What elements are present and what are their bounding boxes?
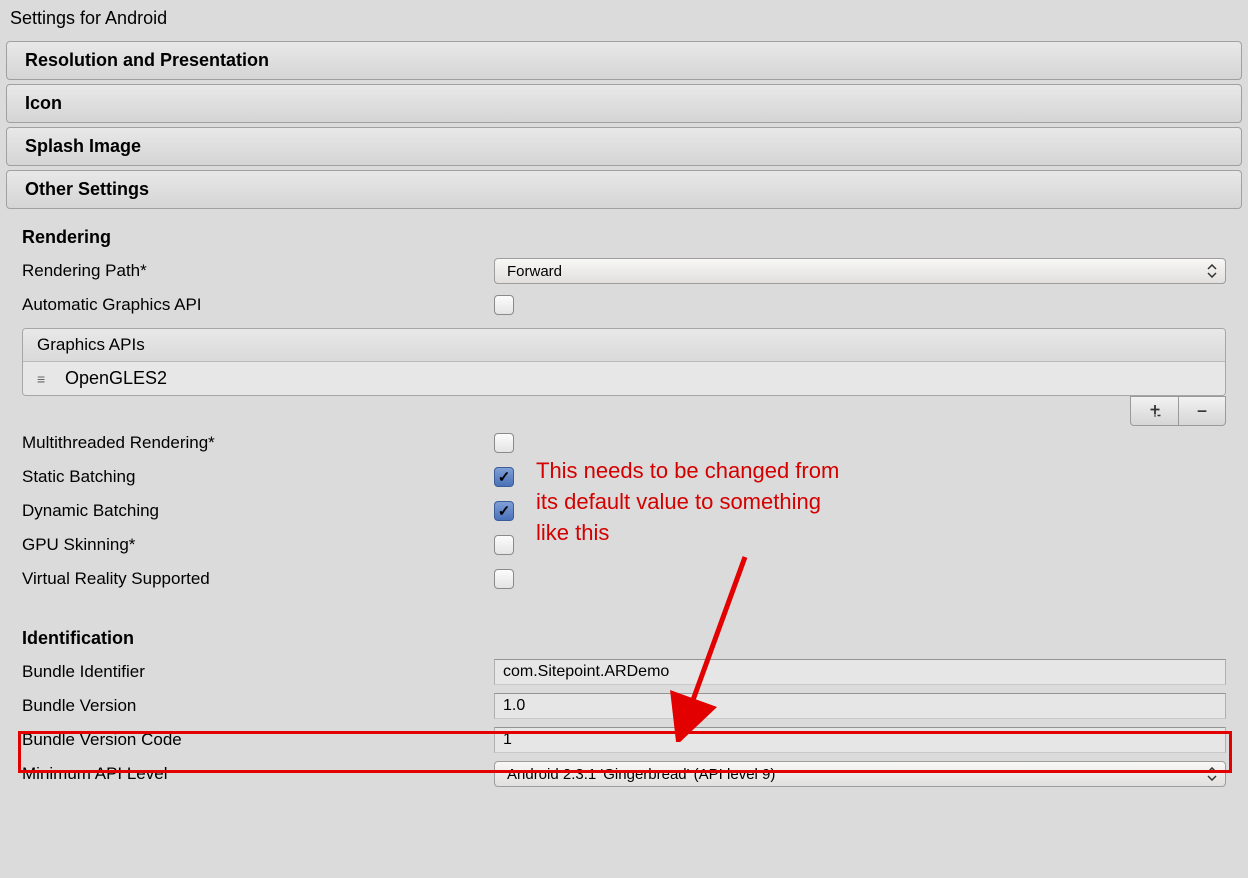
bundle-id-label: Bundle Identifier: [22, 662, 494, 682]
static-batching-checkbox[interactable]: [494, 467, 514, 487]
row-dynamic-batching: Dynamic Batching: [22, 494, 1226, 528]
row-multithreaded: Multithreaded Rendering*: [22, 426, 1226, 460]
identification-header: Identification: [22, 628, 1226, 649]
add-api-button[interactable]: [1130, 396, 1178, 426]
bundle-id-input[interactable]: [494, 659, 1226, 685]
row-min-api: Minimum API Level Android 2.3.1 'Gingerb…: [22, 757, 1226, 791]
rendering-path-dropdown[interactable]: Forward: [494, 258, 1226, 284]
rendering-path-value: Forward: [507, 263, 562, 280]
bundle-version-label: Bundle Version: [22, 696, 494, 716]
rendering-header: Rendering: [22, 227, 1226, 248]
vr-supported-checkbox[interactable]: [494, 569, 514, 589]
section-splash[interactable]: Splash Image: [6, 127, 1242, 166]
min-api-label: Minimum API Level: [22, 764, 494, 784]
auto-graphics-api-label: Automatic Graphics API: [22, 295, 494, 315]
gpu-skinning-label: GPU Skinning*: [22, 535, 494, 555]
bundle-code-label: Bundle Version Code: [22, 730, 494, 750]
multithreaded-label: Multithreaded Rendering*: [22, 433, 494, 453]
vr-supported-label: Virtual Reality Supported: [22, 569, 494, 589]
bundle-code-input[interactable]: [494, 727, 1226, 753]
section-icon[interactable]: Icon: [6, 84, 1242, 123]
rendering-path-label: Rendering Path*: [22, 261, 494, 281]
row-rendering-path: Rendering Path* Forward: [22, 254, 1226, 288]
row-bundle-identifier: Bundle Identifier: [22, 655, 1226, 689]
row-static-batching: Static Batching: [22, 460, 1226, 494]
min-api-value: Android 2.3.1 'Gingerbread' (API level 9…: [507, 766, 775, 783]
row-auto-graphics-api: Automatic Graphics API: [22, 288, 1226, 322]
graphics-apis-box: Graphics APIs OpenGLES2: [22, 328, 1226, 396]
section-resolution[interactable]: Resolution and Presentation: [6, 41, 1242, 80]
row-vr-supported: Virtual Reality Supported: [22, 562, 1226, 596]
section-other[interactable]: Other Settings: [6, 170, 1242, 209]
dropdown-caret-icon: [1207, 767, 1217, 781]
static-batching-label: Static Batching: [22, 467, 494, 487]
other-settings-body: Rendering Rendering Path* Forward Automa…: [0, 213, 1248, 791]
page-title: Settings for Android: [0, 0, 1248, 37]
graphics-apis-item-label: OpenGLES2: [65, 368, 167, 389]
drag-handle-icon[interactable]: [37, 368, 55, 389]
auto-graphics-api-checkbox[interactable]: [494, 295, 514, 315]
graphics-apis-item[interactable]: OpenGLES2: [23, 362, 1225, 395]
dropdown-caret-icon: [1207, 264, 1217, 278]
graphics-apis-header: Graphics APIs: [23, 329, 1225, 362]
bundle-version-input[interactable]: [494, 693, 1226, 719]
row-gpu-skinning: GPU Skinning*: [22, 528, 1226, 562]
multithreaded-checkbox[interactable]: [494, 433, 514, 453]
row-bundle-code: Bundle Version Code: [22, 723, 1226, 757]
row-bundle-version: Bundle Version: [22, 689, 1226, 723]
dynamic-batching-checkbox[interactable]: [494, 501, 514, 521]
gpu-skinning-checkbox[interactable]: [494, 535, 514, 555]
dynamic-batching-label: Dynamic Batching: [22, 501, 494, 521]
min-api-dropdown[interactable]: Android 2.3.1 'Gingerbread' (API level 9…: [494, 761, 1226, 787]
remove-api-button[interactable]: −: [1178, 396, 1226, 426]
